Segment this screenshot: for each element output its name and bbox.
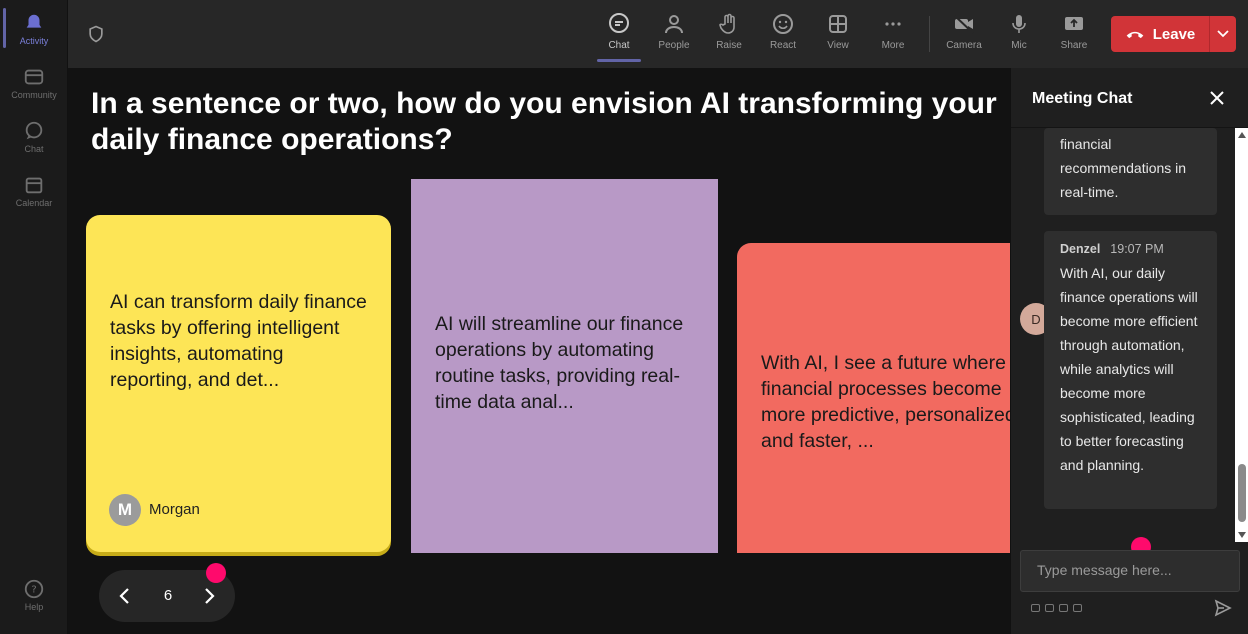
chat-title: Meeting Chat xyxy=(1032,90,1133,107)
rail-item-calendar[interactable]: Calendar xyxy=(0,174,68,208)
scroll-thumb[interactable] xyxy=(1238,464,1246,522)
send-icon[interactable] xyxy=(1214,599,1232,617)
note-author: M Morgan xyxy=(109,494,200,526)
chat-icon xyxy=(609,13,629,33)
chat-header: Meeting Chat xyxy=(1011,68,1248,128)
more-icon xyxy=(885,22,901,26)
leave-main[interactable]: Leave xyxy=(1111,26,1209,43)
sticky-note[interactable]: AI can transform daily finance tasks by … xyxy=(86,215,391,552)
rail-item-chat[interactable]: Chat xyxy=(0,120,68,154)
share-icon xyxy=(1065,17,1083,30)
toolbar-raise-button[interactable]: Raise xyxy=(704,10,754,58)
calendar-icon xyxy=(25,177,43,194)
app-rail: Activity Community Chat Calendar ? Help xyxy=(0,0,68,634)
mic-icon xyxy=(1012,15,1026,33)
chevron-right-icon[interactable] xyxy=(199,586,219,606)
toolbar-view-button[interactable]: View xyxy=(813,10,863,58)
rail-item-activity[interactable]: Activity xyxy=(0,8,68,48)
toolbar-camera-button[interactable]: Camera xyxy=(939,10,989,58)
close-icon[interactable] xyxy=(1208,89,1226,107)
help-icon: ? xyxy=(24,579,44,599)
format-icon[interactable] xyxy=(1031,604,1040,612)
sticky-note-text: With AI, I see a future where financial … xyxy=(761,352,1010,452)
leave-button[interactable]: Leave xyxy=(1111,16,1236,52)
chat-message: financial recommendations in real-time. xyxy=(1044,128,1217,215)
toolbar-mic-button[interactable]: Mic xyxy=(994,10,1044,58)
sticky-note-text: AI can transform daily finance tasks by … xyxy=(110,291,367,391)
cursor-indicator xyxy=(206,563,226,583)
toolbar-chat-button[interactable]: Chat xyxy=(594,10,644,62)
toolbar-more-button[interactable]: More xyxy=(868,10,918,58)
leave-dropdown[interactable] xyxy=(1210,30,1236,38)
sticky-note-text: AI will streamline our finance operation… xyxy=(435,313,684,413)
toolbar-people-button[interactable]: People xyxy=(649,10,699,58)
rail-item-community[interactable]: Community xyxy=(0,66,68,100)
message-meta: Denzel 19:07 PM xyxy=(1060,237,1201,261)
chat-messages[interactable]: financial recommendations in real-time. … xyxy=(1011,128,1235,542)
toolbar-react-button[interactable]: React xyxy=(758,10,808,58)
scroll-down-arrow[interactable] xyxy=(1238,532,1246,538)
format-tools xyxy=(1031,604,1082,612)
bell-icon xyxy=(26,14,42,28)
chevron-down-icon xyxy=(1217,30,1229,38)
camera-off-icon xyxy=(954,15,974,34)
chat-scrollbar[interactable] xyxy=(1235,128,1248,542)
chevron-left-icon[interactable] xyxy=(115,586,135,606)
smiley-icon xyxy=(773,14,793,34)
attach-icon[interactable] xyxy=(1045,604,1054,612)
rail-item-help[interactable]: ? Help xyxy=(0,578,68,612)
toolbar-divider xyxy=(929,16,930,52)
svg-text:?: ? xyxy=(31,585,36,596)
sticky-note[interactable]: AI will streamline our finance operation… xyxy=(411,179,718,553)
chat-icon xyxy=(25,121,43,140)
chat-message: Denzel 19:07 PM With AI, our daily financ… xyxy=(1044,231,1217,509)
message-sender: Denzel xyxy=(1060,242,1101,256)
page-number: 6 xyxy=(163,587,173,604)
meeting-toolbar: Chat People Raise React View More Camera… xyxy=(68,0,1248,68)
gif-icon[interactable] xyxy=(1073,604,1082,612)
chat-message-input[interactable]: Type message here... xyxy=(1020,550,1240,592)
toolbar-share-button[interactable]: Share xyxy=(1049,10,1099,58)
author-name: Morgan xyxy=(149,501,200,518)
question-title: In a sentence or two, how do you envisio… xyxy=(91,87,997,156)
meeting-chat-panel: Meeting Chat financial recommendations i… xyxy=(1010,68,1248,634)
shield-icon[interactable] xyxy=(86,24,106,44)
message-time: 19:07 PM xyxy=(1110,242,1164,256)
sticky-note[interactable]: With AI, I see a future where financial … xyxy=(737,243,1010,553)
message-text: financial recommendations in real-time. xyxy=(1060,136,1187,200)
message-text: With AI, our daily finance operations wi… xyxy=(1060,265,1198,473)
people-icon xyxy=(665,15,683,34)
grid-icon xyxy=(829,15,847,33)
hand-icon xyxy=(719,13,735,34)
community-icon xyxy=(24,69,44,85)
brainstorm-stage: In a sentence or two, how do you envisio… xyxy=(68,68,1010,634)
scroll-up-arrow[interactable] xyxy=(1238,132,1246,138)
emoji-icon[interactable] xyxy=(1059,604,1068,612)
phone-hangup-icon xyxy=(1126,31,1144,39)
avatar: M xyxy=(109,494,141,526)
